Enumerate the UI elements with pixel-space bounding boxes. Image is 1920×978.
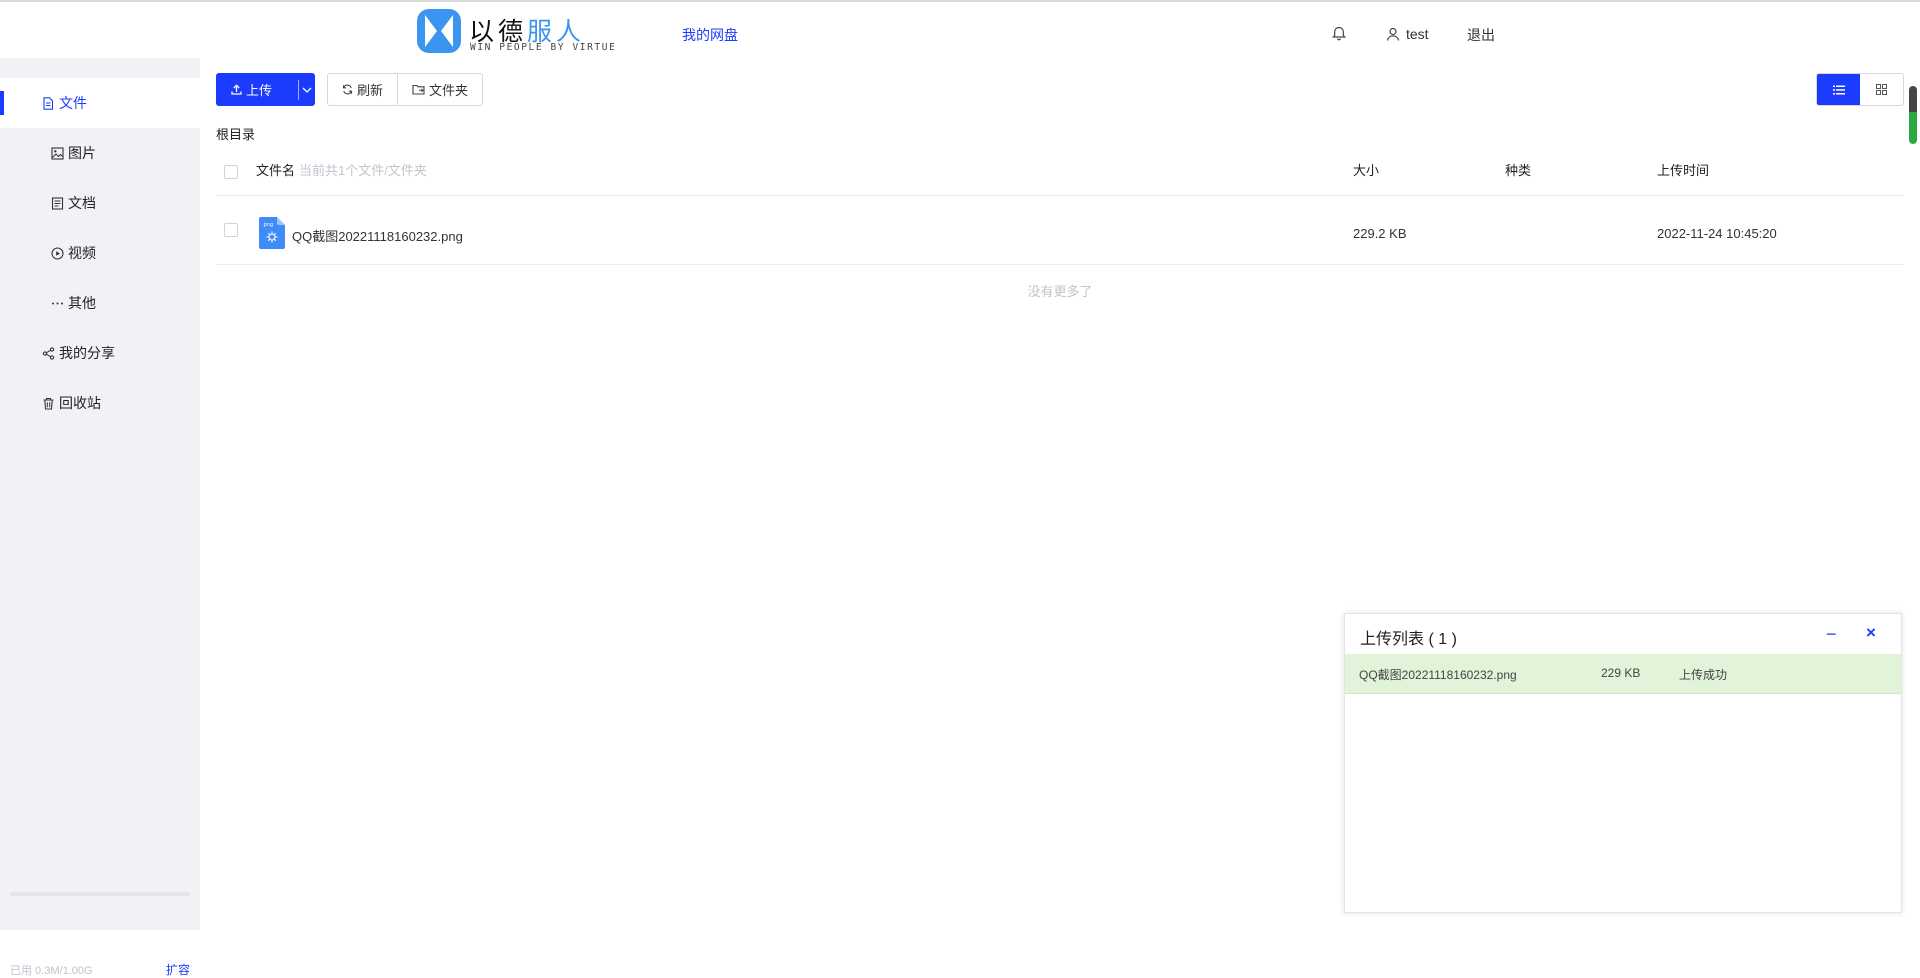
sidebar-item-my-share[interactable]: 我的分享 (0, 328, 200, 378)
close-icon[interactable]: × (1866, 623, 1876, 643)
svg-text:.png: .png (262, 222, 273, 228)
file-icon (41, 96, 55, 110)
table-row[interactable]: .png QQ截图20221118160232.png 229.2 KB 202… (216, 196, 1904, 265)
upload-panel-title: 上传列表 ( 1 ) (1360, 625, 1457, 649)
minimize-icon[interactable]: − (1826, 624, 1837, 645)
nav-my-disk[interactable]: 我的网盘 (682, 25, 738, 45)
list-view-button[interactable] (1817, 74, 1860, 105)
file-count-hint: 当前共1个文件/文件夹 (299, 163, 427, 178)
upload-item: QQ截图20221118160232.png 229 KB 上传成功 (1345, 654, 1901, 694)
upload-item-name: QQ截图20221118160232.png (1359, 666, 1517, 683)
sidebar-item-other[interactable]: 其他 (0, 278, 200, 328)
upload-button[interactable]: 上传 (216, 73, 315, 106)
video-icon (50, 246, 64, 260)
grid-view-button[interactable] (1860, 74, 1903, 105)
column-name-header[interactable]: 文件名当前共1个文件/文件夹 (256, 160, 427, 179)
logo-slogan: WIN PEOPLE BY VIRTUE (470, 42, 616, 53)
sidebar-item-recycle-bin[interactable]: 回收站 (0, 378, 200, 428)
refresh-icon (342, 84, 353, 95)
column-time-header[interactable]: 上传时间 (1657, 160, 1709, 179)
row-checkbox[interactable] (224, 223, 238, 237)
document-icon (50, 196, 64, 210)
user-menu[interactable]: test (1386, 26, 1429, 42)
refresh-button[interactable]: 刷新 (328, 74, 397, 105)
username: test (1406, 26, 1429, 42)
logo-mark-icon (417, 9, 461, 53)
select-all-checkbox[interactable] (224, 165, 238, 179)
no-more-text: 没有更多了 (216, 281, 1904, 300)
user-icon (1386, 27, 1400, 41)
sidebar-item-videos[interactable]: 视频 (0, 228, 200, 278)
file-upload-time: 2022-11-24 10:45:20 (1657, 226, 1777, 241)
storage-usage-text: 已用 0.3M/1.00G (10, 962, 93, 978)
storage-usage-bar (10, 892, 190, 896)
sidebar-item-files[interactable]: 文件 (0, 78, 200, 128)
breadcrumb[interactable]: 根目录 (216, 124, 255, 143)
column-size-header[interactable]: 大小 (1353, 160, 1379, 179)
png-file-icon: .png (259, 217, 285, 249)
expand-storage-link[interactable]: 扩容 (166, 961, 190, 978)
file-name[interactable]: QQ截图20221118160232.png (292, 226, 463, 245)
image-icon (50, 146, 64, 160)
logo[interactable]: 以德服人 WIN PEOPLE BY VIRTUE (417, 9, 607, 55)
header: 以德服人 WIN PEOPLE BY VIRTUE 我的网盘 test 退出 (0, 2, 1920, 58)
upload-icon (231, 84, 242, 95)
chevron-down-icon (302, 87, 312, 93)
table-header: 文件名当前共1个文件/文件夹 大小 种类 上传时间 (216, 150, 1904, 196)
folder-icon (412, 84, 425, 95)
new-folder-button[interactable]: 文件夹 (397, 74, 482, 105)
logout-button[interactable]: 退出 (1467, 25, 1495, 45)
view-toggle (1816, 73, 1904, 106)
sidebar-item-images[interactable]: 图片 (0, 128, 200, 178)
file-size: 229.2 KB (1353, 226, 1407, 241)
share-icon (41, 346, 55, 360)
column-type-header[interactable]: 种类 (1505, 160, 1531, 179)
upload-item-status: 上传成功 (1679, 666, 1727, 683)
upload-main-button[interactable]: 上传 (216, 80, 286, 99)
bell-icon[interactable] (1332, 26, 1346, 44)
toolbar-button-group: 刷新 文件夹 (327, 73, 483, 106)
upload-dropdown-button[interactable] (299, 87, 315, 93)
grid-icon (1876, 84, 1887, 95)
list-icon (1833, 85, 1845, 95)
upload-item-size: 229 KB (1601, 666, 1640, 680)
scrollbar[interactable] (1909, 86, 1917, 144)
more-icon (50, 296, 64, 310)
trash-icon (41, 396, 55, 410)
upload-list-panel: 上传列表 ( 1 ) − × QQ截图20221118160232.png 22… (1344, 613, 1902, 913)
sidebar: 文件 图片 文档 视频 其他 我的分享 回收站 已用 0.3M/1.00G 扩容 (0, 58, 200, 930)
sidebar-item-documents[interactable]: 文档 (0, 178, 200, 228)
